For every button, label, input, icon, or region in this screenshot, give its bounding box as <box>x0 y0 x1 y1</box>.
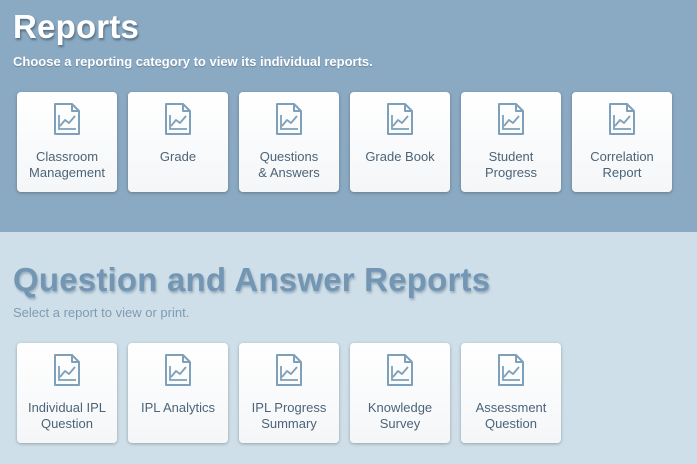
card-label: Classroom Management <box>29 149 105 180</box>
card-student-progress[interactable]: Student Progress <box>461 92 561 192</box>
card-label: IPL Analytics <box>141 400 215 415</box>
qa-reports-title: Question and Answer Reports <box>13 261 491 298</box>
report-chart-icon <box>386 354 414 386</box>
reports-subtitle: Choose a reporting category to view its … <box>13 54 373 69</box>
card-grade-book[interactable]: Grade Book <box>350 92 450 192</box>
card-label: Knowledge Survey <box>367 400 433 431</box>
card-label: Assessment Question <box>475 400 547 431</box>
card-assessment-question[interactable]: Assessment Question <box>461 343 561 443</box>
card-label: Student Progress <box>484 149 538 180</box>
report-chart-icon <box>275 103 303 135</box>
reports-section: Reports Choose a reporting category to v… <box>0 0 697 232</box>
qa-reports-subtitle: Select a report to view or print. <box>13 305 190 320</box>
card-label: Questions & Answers <box>258 149 320 180</box>
card-grade[interactable]: Grade <box>128 92 228 192</box>
card-questions-answers[interactable]: Questions & Answers <box>239 92 339 192</box>
card-individual-ipl-question[interactable]: Individual IPL Question <box>17 343 117 443</box>
report-chart-icon <box>53 103 81 135</box>
card-ipl-progress-summary[interactable]: IPL Progress Summary <box>239 343 339 443</box>
card-label: Grade Book <box>365 149 435 164</box>
report-chart-icon <box>53 354 81 386</box>
card-ipl-analytics[interactable]: IPL Analytics <box>128 343 228 443</box>
card-label: Correlation Report <box>590 149 654 180</box>
card-knowledge-survey[interactable]: Knowledge Survey <box>350 343 450 443</box>
report-chart-icon <box>164 354 192 386</box>
report-chart-icon <box>608 103 636 135</box>
report-chart-icon <box>497 103 525 135</box>
report-chart-icon <box>497 354 525 386</box>
card-label: Individual IPL Question <box>27 400 107 431</box>
report-chart-icon <box>275 354 303 386</box>
card-classroom-management[interactable]: Classroom Management <box>17 92 117 192</box>
card-correlation-report[interactable]: Correlation Report <box>572 92 672 192</box>
report-chart-icon <box>386 103 414 135</box>
report-chart-icon <box>164 103 192 135</box>
card-label: Grade <box>159 149 197 164</box>
reports-title: Reports <box>13 8 140 45</box>
card-label: IPL Progress Summary <box>251 400 327 431</box>
